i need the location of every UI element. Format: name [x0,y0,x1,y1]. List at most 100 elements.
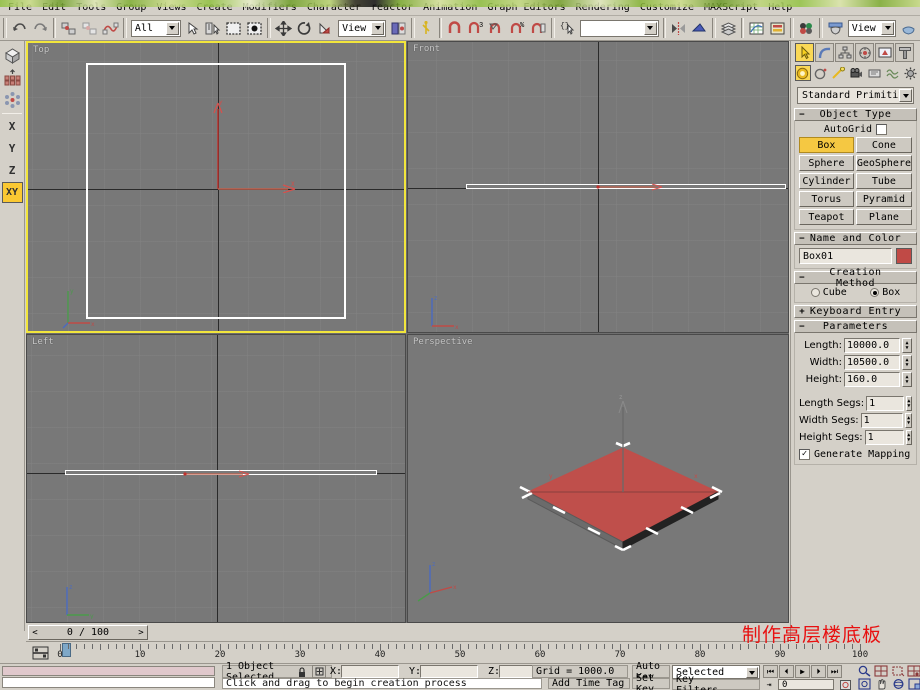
key-filters-button[interactable]: Key Filters... [672,674,760,690]
select-and-rotate-icon[interactable] [295,18,314,39]
go-to-start-button[interactable]: ⏮ [763,665,778,678]
play-animation-button[interactable]: ▶ [795,665,810,678]
keyboard-entry-rollout-header[interactable]: + Keyboard Entry [794,305,917,318]
next-frame-button[interactable]: ⏵ [811,665,826,678]
named-selection-sets-icon[interactable]: {} [558,18,577,39]
field-of-view-button[interactable] [855,678,873,690]
menu-item-modifiers[interactable]: Modifiers [238,0,302,15]
go-to-end-button[interactable]: ⏭ [827,665,842,678]
bind-to-space-warp-icon[interactable] [101,18,120,39]
create-tube-button[interactable]: Tube [855,173,912,189]
creation-method-cube-radio[interactable]: Cube [810,287,847,298]
length-input[interactable]: 10000.0 [844,338,900,353]
menu-item-create[interactable]: Create [192,0,238,15]
length-segs-input[interactable]: 1 [866,396,904,411]
absolute-relative-transform-toggle-icon[interactable] [312,665,326,678]
rollout-expand-icon[interactable]: + [795,307,809,317]
percent-snap-toggle-icon[interactable]: % [508,18,527,39]
create-cone-button[interactable]: Cone [855,137,912,153]
create-tab[interactable] [795,43,814,62]
display-tab[interactable] [875,43,894,62]
time-slider-handle[interactable]: < 0 / 100 > [28,625,148,640]
axis-constraint-toolbar-icon[interactable] [2,45,23,66]
selection-filter-combo[interactable]: All [130,19,181,37]
previous-frame-arrow-icon[interactable]: < [29,626,41,639]
material-editor-icon[interactable] [797,18,816,39]
y-coordinate-input[interactable] [420,665,478,678]
perspective-viewport[interactable]: z y x z x Perspective [407,334,789,623]
select-and-uniform-scale-icon[interactable] [316,18,335,39]
object-color-swatch[interactable] [896,248,912,264]
curve-editor-icon[interactable] [747,18,766,39]
next-frame-arrow-icon[interactable]: > [135,626,147,639]
menu-item-maxscript[interactable]: MAXScript [699,0,763,15]
width-spinner[interactable]: ▲ ▼ [902,355,912,370]
restrict-to-x-icon[interactable]: X [2,116,23,137]
width-input[interactable]: 10500.0 [844,355,900,370]
render-scene-dialog-icon[interactable] [826,18,845,39]
autogrid-checkbox[interactable] [876,124,888,135]
front-viewport[interactable]: z x Front [407,41,789,333]
snaps-icon[interactable] [2,89,23,110]
spinner-snap-toggle-icon[interactable] [529,18,548,39]
angle-snap-toggle-icon[interactable] [487,18,506,39]
open-mini-curve-editor-icon[interactable] [30,645,50,661]
previous-frame-button[interactable]: ⏴ [779,665,794,678]
rollout-collapse-icon[interactable]: − [795,273,809,283]
maximize-viewport-toggle-button[interactable] [905,678,920,690]
geometry-icon[interactable] [795,65,811,81]
cameras-icon[interactable] [849,65,865,81]
restrict-to-z-icon[interactable]: Z [2,160,23,181]
pan-button[interactable] [872,678,890,690]
create-teapot-button[interactable]: Teapot [799,209,854,225]
object-category-select[interactable]: Standard Primitiv [797,87,914,104]
helpers-icon[interactable] [866,65,882,81]
redo-icon[interactable] [31,18,50,39]
restrict-to-xy-plane-icon[interactable]: XY [1,182,23,203]
unlink-selection-icon[interactable] [80,18,99,39]
menu-item-graph-editors[interactable]: Graph Editors [482,0,570,15]
zoom-extents-all-button[interactable] [905,665,920,677]
parameters-rollout-header[interactable]: − Parameters [794,320,917,333]
menu-item-character[interactable]: Character [302,0,366,15]
select-by-name-icon[interactable] [203,18,222,39]
generate-mapping-checkbox[interactable]: ✓ [799,449,810,460]
use-pivot-point-center-icon[interactable] [389,18,408,39]
zoom-all-button[interactable] [872,665,890,677]
menu-item-tools[interactable]: Tools [71,0,111,15]
mirror-icon[interactable] [669,18,688,39]
height-input[interactable]: 160.0 [844,372,900,387]
menu-item-help[interactable]: Help [763,0,797,15]
shapes-icon[interactable] [813,65,829,81]
create-plane-button[interactable]: Plane [855,209,912,225]
select-and-link-icon[interactable] [59,18,78,39]
window-crossing-icon[interactable] [245,18,264,39]
creation-method-box-radio[interactable]: Box [870,287,900,298]
space-warps-icon[interactable] [884,65,900,81]
modify-tab[interactable] [815,43,834,62]
select-and-move-icon[interactable] [274,18,293,39]
x-coordinate-input[interactable] [341,665,399,678]
create-cylinder-button[interactable]: Cylinder [799,173,854,189]
menu-item-file[interactable]: File [3,0,37,15]
object-type-rollout-header[interactable]: − Object Type [794,108,917,121]
chevron-down-icon[interactable] [881,21,895,35]
select-object-icon[interactable] [184,18,202,39]
object-name-input[interactable]: Box01 [799,248,892,264]
menu-item-views[interactable]: Views [151,0,191,15]
width-segs-input[interactable]: 1 [860,413,904,428]
select-and-manipulate-icon[interactable] [418,18,436,39]
utilities-tab[interactable] [895,43,914,62]
motion-tab[interactable] [855,43,874,62]
rollout-collapse-icon[interactable]: − [795,110,809,120]
left-viewport[interactable]: z y Left [26,334,406,623]
top-viewport[interactable]: Y X y x Top [26,41,406,333]
key-mode-toggle-button[interactable]: ⇥ [763,679,775,690]
create-sphere-button[interactable]: Sphere [799,155,854,171]
add-time-tag-button[interactable]: Add Time Tag [548,678,630,689]
creation-method-rollout-header[interactable]: − Creation Method [794,267,917,289]
undo-icon[interactable] [10,18,29,39]
zoom-button[interactable] [855,665,873,677]
height-segs-input[interactable]: 1 [864,430,904,445]
maxscript-listener-mini[interactable] [2,666,215,676]
